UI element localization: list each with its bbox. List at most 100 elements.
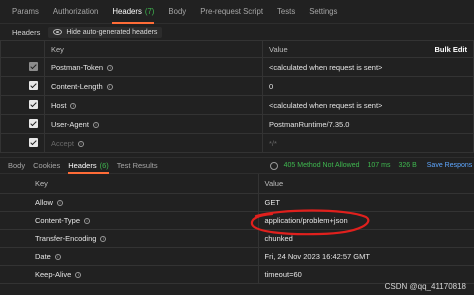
key-cell: Content-Length i [44, 76, 263, 96]
tab-label: Test Results [116, 161, 158, 170]
key-cell: Content-Type i [0, 211, 258, 230]
info-icon[interactable]: i [56, 199, 63, 206]
tab-cookies[interactable]: Cookies [33, 157, 60, 174]
request-tabs: Params Authorization Headers (7) Body Pre… [0, 0, 474, 24]
info-icon[interactable]: i [100, 235, 107, 242]
tab-label: Body [168, 7, 187, 16]
status-code[interactable]: 405 Method Not Allowed [284, 162, 360, 169]
tab-headers[interactable]: Headers (7) [112, 0, 155, 24]
checkbox-column-header [0, 40, 45, 58]
header-key: Content-Length [51, 81, 103, 91]
info-icon[interactable]: i [92, 121, 99, 128]
value-cell: chunked [257, 229, 474, 248]
header-key: Content-Type [35, 215, 81, 225]
value-cell: GET [257, 193, 474, 212]
header-key: User-Agent [51, 119, 89, 129]
response-time[interactable]: 107 ms [368, 162, 391, 169]
table-header-row: Key Value [0, 174, 474, 194]
header-key: Date [35, 251, 51, 261]
eye-icon [53, 29, 63, 35]
bulk-edit-button[interactable]: Bulk Edit [434, 45, 467, 54]
key-cell: Accept i [44, 133, 263, 153]
tab-test-results[interactable]: Test Results [117, 157, 158, 174]
header-key: Allow [35, 197, 53, 207]
response-size[interactable]: 326 B [398, 162, 416, 169]
key-cell: Postman-Token i [44, 57, 263, 77]
tab-label: Cookies [33, 161, 61, 170]
tab-label: Body [8, 161, 26, 170]
info-icon[interactable]: i [107, 64, 114, 71]
checkbox-cell [0, 95, 45, 115]
response-headers-table: Key Value Allow i GET Content-Type i appli… [0, 174, 474, 284]
tab-pre-request-script[interactable]: Pre-request Script [200, 0, 263, 24]
key-cell: Transfer-Encoding i [0, 229, 258, 248]
checkbox[interactable] [29, 99, 38, 109]
header-key: Transfer-Encoding [35, 233, 97, 243]
info-icon[interactable]: i [77, 140, 84, 147]
tab-label: Authorization [52, 7, 99, 16]
tab-label: Tests [277, 7, 296, 16]
tab-tests[interactable]: Tests [277, 0, 295, 24]
tab-body[interactable]: Body [168, 0, 186, 24]
globe-icon[interactable] [269, 161, 278, 170]
info-icon[interactable]: i [84, 217, 91, 224]
watermark: CSDN @qq_41170818 [384, 282, 466, 291]
hide-button-label: Hide auto-generated headers [66, 28, 158, 36]
value-cell: <calculated when request is sent> [262, 95, 474, 115]
table-header-row: Key Value Bulk Edit [0, 40, 474, 58]
header-key: Postman-Token [51, 62, 104, 72]
checkbox-cell [0, 57, 45, 77]
value-cell: PostmanRuntime/7.35.0 [262, 114, 474, 134]
key-cell: Date i [0, 247, 258, 266]
checkbox[interactable] [29, 61, 38, 71]
key-cell: Keep-Alive i [0, 265, 258, 284]
info-icon[interactable]: i [106, 83, 113, 90]
info-icon[interactable]: i [70, 102, 77, 109]
checkbox-cell [0, 76, 45, 96]
header-key: Accept [51, 138, 74, 148]
table-row: Postman-Token i <calculated when request … [0, 57, 474, 77]
value-cell: timeout=60 [257, 265, 474, 284]
checkbox-cell [0, 114, 45, 134]
tab-response-body[interactable]: Body [8, 157, 25, 174]
value-cell: 0 [262, 76, 474, 96]
key-cell: Allow i [0, 193, 258, 212]
hide-auto-generated-button[interactable]: Hide auto-generated headers [48, 26, 163, 38]
value-cell: Fri, 24 Nov 2023 16:42:57 GMT [257, 247, 474, 266]
checkbox[interactable] [29, 80, 38, 90]
tab-settings[interactable]: Settings [309, 0, 337, 24]
value-cell: <calculated when request is sent> [262, 57, 474, 77]
tab-label: Params [12, 7, 39, 16]
table-row: Host i <calculated when request is sent> [0, 95, 474, 115]
tab-label: Settings [309, 7, 338, 16]
table-row: Date i Fri, 24 Nov 2023 16:42:57 GMT [0, 247, 474, 266]
request-headers-table: Key Value Bulk Edit Postman-Token i <calcu… [0, 40, 474, 153]
table-row: Allow i GET [0, 193, 474, 212]
tab-label: Pre-request Script [200, 7, 264, 16]
key-cell: User-Agent i [44, 114, 263, 134]
tab-label: Headers [68, 161, 97, 170]
tab-params[interactable]: Params [12, 0, 39, 24]
tab-count: (7) [144, 7, 155, 16]
tab-authorization[interactable]: Authorization [53, 0, 99, 24]
save-response-button[interactable]: Save Respons [427, 162, 473, 169]
table-row: Content-Length i 0 [0, 76, 474, 96]
info-icon[interactable]: i [75, 271, 82, 278]
tab-response-headers[interactable]: Headers (6) [68, 157, 109, 174]
checkbox[interactable] [29, 118, 38, 128]
info-icon[interactable]: i [54, 253, 61, 260]
table-row: Keep-Alive i timeout=60 [0, 265, 474, 284]
value-cell: application/problem+json [257, 211, 474, 230]
headers-title: Headers [12, 27, 41, 37]
checkbox[interactable] [29, 137, 38, 147]
value-cell: */* [262, 133, 474, 153]
table-row: User-Agent i PostmanRuntime/7.35.0 [0, 114, 474, 134]
tab-label: Headers [112, 7, 142, 16]
key-cell: Host i [44, 95, 263, 115]
table-row: Transfer-Encoding i chunked [0, 229, 474, 248]
value-column-header: Value Bulk Edit [262, 40, 474, 58]
key-column-header: Key [44, 40, 263, 58]
tab-count: (6) [99, 161, 109, 170]
key-column-header: Key [0, 174, 258, 194]
header-key: Keep-Alive [35, 269, 72, 279]
